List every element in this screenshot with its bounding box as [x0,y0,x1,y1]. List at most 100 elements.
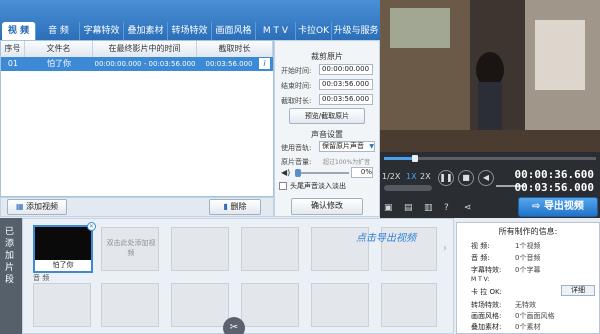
row-duration: 00:03:56.000 [205,60,253,68]
col-filename: 文件名 [25,41,93,57]
speaker-icon[interactable]: ◀) [281,168,290,177]
start-time-field[interactable]: 00:00:00.000 [319,64,373,75]
detail-button[interactable]: 详细 [561,285,595,296]
speed-slider[interactable] [384,185,432,191]
info-label: 音 频: [471,254,490,262]
speed-half[interactable]: 1/2X [382,172,400,181]
volume-hint: 超过100%为扩音 [323,159,371,166]
volume-value[interactable]: 0% [351,167,373,178]
info-value: 0个画面风格 [515,312,555,320]
tab-transitions[interactable]: 转场特效 [168,22,212,40]
chevron-down-icon: ▼ [369,143,374,150]
pause-button[interactable]: ❚❚ [438,170,454,186]
empty-slot[interactable] [171,227,229,271]
info-value: 0个字幕 [515,266,541,274]
film-plus-icon: ▦ [15,202,24,211]
audio-slot[interactable] [171,283,229,327]
project-info-panel: 所有制作的信息: 视 频: 1个视频 音 频: 0个音频 字幕特效: 0个字幕 … [456,222,600,334]
col-index: 序号 [1,41,25,57]
add-video-hint: 双击此处添加视频 [106,239,156,257]
tab-subtitle-effects[interactable]: 字幕特效 [80,22,124,40]
volume-slider-handle[interactable] [295,169,301,177]
added-clips-label: 已添加片段 [5,227,15,285]
track-select[interactable]: 保留原片声音 ▼ [319,141,375,152]
delete-button[interactable]: ▮ 删除 [209,199,261,215]
audio-slot[interactable] [381,283,437,327]
audio-slot[interactable] [311,283,369,327]
seek-bar[interactable] [384,155,596,162]
save-icon[interactable]: ▥ [424,203,433,213]
info-label: 卡 拉 OK: [471,288,502,296]
stop-button[interactable]: ■ [458,170,474,186]
tab-video[interactable]: 视 频 [2,22,36,40]
edit-panel: 裁剪原片 开始时间: 00:00:00.000 结束时间: 00:03:56.0… [274,40,380,217]
share-icon[interactable]: ⋖ [464,203,472,213]
speed-normal[interactable]: 1X [406,172,417,181]
close-icon[interactable]: ✕ [87,222,96,231]
seek-bar-fill [384,157,414,160]
trash-icon: ▮ [223,202,228,211]
volume-button[interactable]: ◀ [478,170,494,186]
screenshot-icon[interactable]: ▣ [384,203,393,213]
empty-slot[interactable] [241,227,299,271]
info-label: 视 频: [471,242,490,250]
info-icon[interactable]: i [259,58,270,69]
audio-track-label: 音 频 [33,274,50,282]
folder-icon[interactable]: ▤ [404,203,413,213]
current-time: 00:00:36.600 [514,168,594,181]
export-video-button[interactable]: ⇨ 导出视频 [518,197,598,217]
end-label: 结束时间: [281,82,312,90]
timeline-clip[interactable]: 怕了你 ✕ [33,222,96,273]
info-label: 画面风格: [471,312,502,320]
tab-overlay[interactable]: 叠加素材 [124,22,168,40]
fade-checkbox[interactable] [279,182,287,190]
tab-audio[interactable]: 音 频 [38,22,80,40]
export-icon: ⇨ [532,201,541,212]
tab-mtv[interactable]: M T V [256,22,296,40]
scissors-icon[interactable]: ✂ [223,317,245,334]
start-label: 开始时间: [281,67,312,75]
audio-slot[interactable] [33,283,91,327]
video-preview [380,0,600,152]
col-range: 在最终影片中的时间 [93,41,197,57]
audio-section-title: 声音设置 [311,130,343,139]
info-value: 0个素材 [515,323,541,331]
seek-handle[interactable] [412,155,418,162]
volume-label: 原片音量: [281,158,312,166]
help-icon[interactable]: ? [444,203,449,213]
info-label: 转场特效: [471,301,502,309]
pause-icon: ❚❚ [439,173,453,182]
add-video-button[interactable]: ▦ 添加视频 [7,199,67,215]
tab-upgrade[interactable]: 升级与服务 [332,22,380,40]
track-label: 使用音轨: [281,144,312,152]
stop-icon: ■ [462,173,470,182]
info-value: 无特效 [515,301,536,309]
add-clip-slot[interactable]: 双击此处添加视频 [101,227,159,271]
end-time-field[interactable]: 00:03:56.000 [319,79,373,90]
confirm-button[interactable]: 确认修改 [291,198,363,215]
preview-crop-button[interactable]: 预览/截取原片 [289,108,365,124]
volume-slider[interactable] [295,169,349,177]
duration-field[interactable]: 00:03:56.000 [319,94,373,105]
clip-table: 序号 文件名 在最终影片中的时间 截取时长 01 怕了你 00:00:00.00… [0,40,274,197]
tab-karaoke[interactable]: 卡拉OK [296,22,332,40]
timeline-clip-label: 怕了你 [35,260,91,271]
table-row[interactable]: 01 怕了你 00:00:00.000 - 00:03:56.000 00:03… [1,57,273,71]
speed-double[interactable]: 2X [420,172,431,181]
info-label: 字幕特效: [471,266,502,274]
clip-toolbar: ▦ 添加视频 ▮ 删除 [0,197,274,217]
row-range: 00:00:00.000 - 00:03:56.000 [94,60,196,68]
info-label: 叠加素材: [471,323,502,331]
audio-slot[interactable] [101,283,159,327]
fade-label: 头尾声音淡入淡出 [290,182,346,190]
info-label: M T V: [471,276,490,283]
row-index: 01 [7,59,19,68]
added-clips-tab[interactable]: 已添加片段 [0,218,22,334]
crop-section-title: 裁剪原片 [311,52,343,61]
chevron-right-icon[interactable]: › [443,243,447,254]
row-filename: 怕了你 [47,59,71,68]
audio-slot[interactable] [241,283,299,327]
info-value: 0个音频 [515,254,541,262]
tab-styles[interactable]: 画面风格 [212,22,256,40]
total-time: 00:03:56.000 [514,181,594,194]
